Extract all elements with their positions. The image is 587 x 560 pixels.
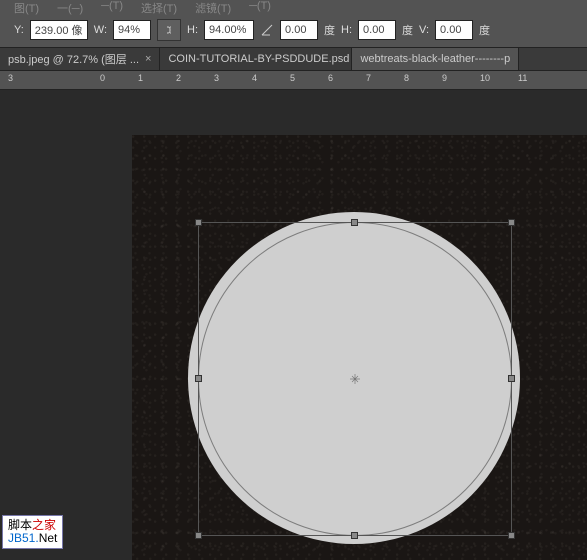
skew-h-unit: 度 bbox=[402, 22, 413, 38]
ruler-tick: 3 bbox=[8, 73, 13, 83]
transform-handle[interactable] bbox=[195, 219, 202, 226]
angle-icon bbox=[260, 23, 274, 37]
ruler-tick: 5 bbox=[290, 73, 295, 83]
height-input[interactable] bbox=[204, 20, 254, 40]
w-label: W: bbox=[94, 24, 107, 36]
ruler-tick: 2 bbox=[176, 73, 181, 83]
document-tab[interactable]: COIN-TUTORIAL-BY-PSDDUDE.psd × bbox=[160, 48, 352, 70]
close-icon[interactable]: × bbox=[145, 53, 151, 65]
ruler-tick: 6 bbox=[328, 73, 333, 83]
watermark-text: 之家 bbox=[32, 518, 56, 532]
tab-label: psb.jpeg @ 72.7% (图层 ... bbox=[8, 51, 139, 67]
angle-input[interactable] bbox=[280, 20, 318, 40]
watermark-text: 脚本 bbox=[8, 518, 32, 532]
angle-unit: 度 bbox=[324, 22, 335, 38]
width-input[interactable] bbox=[113, 20, 151, 40]
transform-handle[interactable] bbox=[508, 375, 515, 382]
y-input[interactable] bbox=[30, 20, 88, 40]
transform-options-bar: Y: W: H: 度 H: 度 V: 度 bbox=[0, 12, 587, 47]
transform-handle[interactable] bbox=[508, 219, 515, 226]
free-transform-bounding-box[interactable] bbox=[198, 222, 512, 536]
ruler-tick: 1 bbox=[138, 73, 143, 83]
tab-label: COIN-TUTORIAL-BY-PSDDUDE.psd bbox=[168, 53, 349, 65]
link-icon bbox=[163, 24, 175, 36]
menu-bar: 图(T) 一(─) ─(T) 选择(T) 滤镜(T) ─(T) bbox=[0, 0, 587, 12]
transform-handle[interactable] bbox=[351, 532, 358, 539]
ruler-tick: 9 bbox=[442, 73, 447, 83]
document-tab[interactable]: webtreats-black-leather--------p bbox=[352, 48, 519, 70]
transform-handle[interactable] bbox=[351, 219, 358, 226]
watermark-text: Net bbox=[39, 531, 58, 545]
transform-center-icon[interactable] bbox=[350, 374, 360, 384]
ruler-tick: 7 bbox=[366, 73, 371, 83]
menu-item[interactable]: 图(T) bbox=[14, 0, 39, 12]
transform-handle[interactable] bbox=[195, 532, 202, 539]
watermark: 脚本之家 JB51.Net bbox=[2, 515, 63, 549]
skew-v-input[interactable] bbox=[435, 20, 473, 40]
ruler-tick: 3 bbox=[214, 73, 219, 83]
skew-h-input[interactable] bbox=[358, 20, 396, 40]
ruler-tick: 4 bbox=[252, 73, 257, 83]
document-canvas[interactable] bbox=[132, 135, 587, 560]
tab-label: webtreats-black-leather--------p bbox=[360, 53, 510, 65]
canvas-area bbox=[0, 90, 587, 560]
maintain-aspect-button[interactable] bbox=[157, 19, 181, 41]
y-label: Y: bbox=[14, 24, 24, 36]
watermark-text: JB51. bbox=[8, 531, 39, 545]
document-tab[interactable]: psb.jpeg @ 72.7% (图层 ... × bbox=[0, 48, 160, 70]
ruler-tick: 11 bbox=[518, 73, 527, 83]
transform-handle[interactable] bbox=[195, 375, 202, 382]
menu-item[interactable]: ─(T) bbox=[249, 0, 271, 12]
horizontal-ruler: 3 0 1 2 3 4 5 6 7 8 9 10 11 bbox=[0, 71, 587, 90]
document-tabs: psb.jpeg @ 72.7% (图层 ... × COIN-TUTORIAL… bbox=[0, 47, 587, 71]
h-label: H: bbox=[187, 24, 198, 36]
menu-item[interactable]: 选择(T) bbox=[141, 0, 177, 12]
menu-item[interactable]: ─(T) bbox=[101, 0, 123, 12]
ruler-tick: 0 bbox=[100, 73, 105, 83]
ruler-tick: 10 bbox=[480, 73, 490, 83]
skew-v-label: V: bbox=[419, 24, 429, 36]
transform-handle[interactable] bbox=[508, 532, 515, 539]
ruler-tick: 8 bbox=[404, 73, 409, 83]
skew-h-label: H: bbox=[341, 24, 352, 36]
menu-item[interactable]: 一(─) bbox=[57, 0, 83, 12]
menu-item[interactable]: 滤镜(T) bbox=[195, 0, 231, 12]
skew-v-unit: 度 bbox=[479, 22, 490, 38]
